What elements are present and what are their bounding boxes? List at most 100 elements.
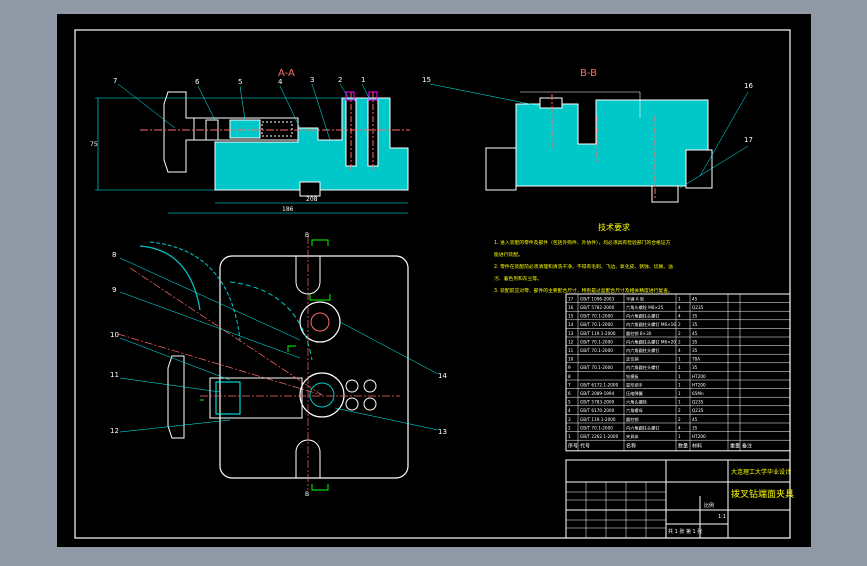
bom-cell-qty: 2 <box>678 331 681 336</box>
bom-cell-no: 15 <box>568 314 574 319</box>
bom-cell-mat: 35 <box>692 365 698 370</box>
balloon-8: 8 <box>112 251 116 259</box>
balloon-7: 7 <box>113 77 117 85</box>
bom-cell-name: 圆柱销 8×30 <box>626 330 652 337</box>
balloon-2: 2 <box>338 76 342 84</box>
bom-cell-code: GB/T 119.1-2000 <box>580 331 616 336</box>
bom-cell-name: 星形把手 <box>626 381 643 388</box>
bom-cell-name: 钻模板 <box>626 373 639 380</box>
bom-cell-qty: 1 <box>678 382 681 387</box>
bom-cell-mat: HT200 <box>692 434 706 439</box>
bom-header-weight: 重量 <box>730 442 740 449</box>
bom-cell-mat: HT200 <box>692 382 706 387</box>
bom-cell-mat: T8A <box>691 357 700 362</box>
front-nut <box>229 119 261 139</box>
title-sheet-info: 共 1 张 第 1 张 <box>668 528 702 535</box>
bom-cell-code: GB/T 2089-1994 <box>580 391 615 396</box>
bom-cell-name: 内六角圆柱头螺钉 <box>626 364 660 371</box>
bom-cell-no: 11 <box>568 348 574 353</box>
bom-cell-qty: 4 <box>678 348 681 353</box>
bom-cell-qty: 2 <box>678 339 681 344</box>
bom-cell-qty: 1 <box>678 374 681 379</box>
notes-line-2: 能进行装配。 <box>494 251 523 258</box>
bom-cell-name: 内六角圆柱头螺钉 <box>626 424 660 431</box>
bom-cell-name: 定位销 <box>626 356 639 363</box>
bom-cell-name: 六角头螺栓 <box>626 399 648 406</box>
bom-cell-code: GB/T 70.1-2000 <box>580 322 613 327</box>
bom-cell-name: 内六角圆柱头螺钉 <box>626 347 660 354</box>
bom-cell-name: 内六角圆柱头螺钉 M6×20 <box>626 338 676 345</box>
bom-cell-name: 压缩弹簧 <box>626 390 643 397</box>
front-spring <box>261 121 293 137</box>
bom-cell-no: 16 <box>568 305 574 310</box>
bom-cell-code: GB/T 119.1-2000 <box>580 417 616 422</box>
bom-header-name: 名称 <box>626 442 636 449</box>
balloon-15: 15 <box>422 76 431 84</box>
bom-cell-no: 1 <box>568 434 571 439</box>
bom-cell-mat: 35 <box>692 322 698 327</box>
balloon-16: 16 <box>744 82 753 90</box>
bom-cell-name: 六角头螺栓 M8×25 <box>626 304 664 311</box>
bb-left-flange <box>485 147 517 191</box>
drawing-canvas: A-A 186 208 75 7 6 5 4 3 2 1 B-B 15 16 1… <box>57 14 811 547</box>
bom-cell-no: 2 <box>568 425 571 430</box>
balloon-10: 10 <box>110 331 119 339</box>
bom-cell-mat: 35 <box>692 425 698 430</box>
bom-cell-no: 8 <box>568 374 571 379</box>
section-title-bb: B-B <box>580 68 597 79</box>
bom-cell-qty: 1 <box>678 434 681 439</box>
bom-cell-qty: 4 <box>678 305 681 310</box>
balloon-3: 3 <box>310 76 314 84</box>
balloon-11: 11 <box>110 371 119 379</box>
bb-top-bushing <box>539 97 563 109</box>
bom-cell-mat: Q235 <box>692 400 704 405</box>
title-scale-label: 比例 <box>704 502 714 509</box>
notes-line-5: 3. 装配前应对零、部件的主要配合尺寸，特别是过盈配合尺寸及相关精度进行复查。 <box>494 287 673 294</box>
bom-cell-name: 圆柱销 <box>626 416 639 423</box>
bom-cell-code: GB/T 2262.1-2000 <box>580 434 619 439</box>
cad-drawing-viewport: A-A 186 208 75 7 6 5 4 3 2 1 B-B 15 16 1… <box>0 0 867 562</box>
bom-cell-no: 13 <box>568 331 574 336</box>
title-drawing-name: 拨叉钻端面夹具 <box>731 488 794 500</box>
bom-header-mat: 材料 <box>692 442 702 449</box>
balloon-14: 14 <box>438 372 447 380</box>
bom-cell-mat: 45 <box>692 296 698 301</box>
balloon-5: 5 <box>238 78 242 86</box>
bom-cell-no: 14 <box>568 322 574 327</box>
section-marker-b-bottom: B <box>305 491 309 498</box>
bom-cell-no: 17 <box>568 296 574 301</box>
bom-header-qty: 数量 <box>678 442 688 449</box>
bom-header-code: 代号 <box>580 442 590 449</box>
bom-cell-no: 4 <box>568 408 571 413</box>
bom-cell-qty: 1 <box>678 365 681 370</box>
bom-cell-mat: Q235 <box>692 305 704 310</box>
bom-header-note: 备注 <box>742 442 752 449</box>
plan-body <box>219 255 409 479</box>
bom-cell-mat: 45 <box>692 417 698 422</box>
bom-cell-mat: 35 <box>692 314 698 319</box>
bom-cell-no: 9 <box>568 365 571 370</box>
bom-cell-no: 5 <box>568 400 571 405</box>
bb-bottom-foot <box>651 185 679 203</box>
bom-cell-qty: 2 <box>678 408 681 413</box>
title-school: 大连理工大学毕业设计 <box>731 468 791 476</box>
title-scale: 1:1 <box>718 514 726 520</box>
bom-cell-name: 六角螺母 <box>626 407 643 414</box>
bom-cell-code: GB/T 5783-2000 <box>580 400 615 405</box>
bom-cell-code: GB/T 70.1-2000 <box>580 314 613 319</box>
bom-cell-no: 10 <box>568 357 574 362</box>
bom-cell-mat: Q235 <box>692 408 704 413</box>
bom-cell-name: 内六角圆柱头螺钉 M6×16 <box>626 321 676 328</box>
bom-cell-qty: 1 <box>678 357 681 362</box>
bom-cell-no: 3 <box>568 417 571 422</box>
bom-cell-name: 内六角圆柱头螺钉 <box>626 313 660 320</box>
balloon-12: 12 <box>110 427 119 435</box>
balloon-9: 9 <box>112 286 116 294</box>
bom-cell-qty: 1 <box>678 400 681 405</box>
bb-right-flange <box>685 149 713 189</box>
dim-width-total: 186 <box>282 206 294 213</box>
bom-cell-code: GB/T 6172.1-2000 <box>580 382 619 387</box>
dim-height: 75 <box>90 141 98 148</box>
balloon-1: 1 <box>361 76 365 84</box>
bom-cell-qty: 1 <box>678 296 681 301</box>
